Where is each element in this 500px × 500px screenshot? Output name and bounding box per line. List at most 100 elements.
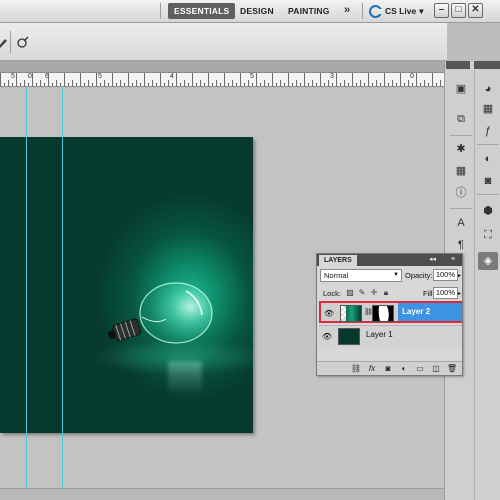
ruler-tick [404, 83, 405, 86]
cs-live-icon [369, 4, 383, 18]
ruler-tick [140, 83, 141, 86]
character-icon[interactable]: A [451, 214, 471, 232]
new-layer-icon[interactable]: ◫ [430, 363, 442, 375]
document-canvas[interactable] [0, 137, 253, 433]
fill-input[interactable]: 100% [433, 287, 458, 299]
lock-image-icon[interactable]: ✎ [357, 288, 367, 298]
paragraph-icon[interactable]: ¶ [451, 236, 471, 254]
minimize-button[interactable]: – [434, 3, 449, 18]
blend-row: Normal ▼ Opacity: 100% ▸ [320, 269, 461, 282]
layer-name[interactable]: Layer 2 [398, 303, 462, 321]
swatches-icon[interactable]: ▦ [478, 100, 498, 118]
color-icon[interactable]: ◕ [478, 80, 498, 98]
workspace-essentials-button[interactable]: ESSENTIALS [168, 3, 236, 19]
guide-line[interactable] [62, 88, 63, 488]
layer-row-layer-2[interactable]: 👁︎ ⛓︎ Layer 2 [319, 301, 462, 323]
adjustments-icon[interactable]: ◐ [478, 150, 498, 168]
lock-row: Lock: ▨ ✎ ✛ 🔒︎ Fill: 100% ▸ [320, 287, 461, 300]
histogram-icon[interactable]: ▦ [451, 162, 471, 180]
mini-bridge-icon[interactable]: ▣ [451, 80, 471, 98]
ruler-label: 4 [170, 73, 174, 80]
dock-header[interactable] [446, 61, 470, 69]
info-icon[interactable]: ⓘ [451, 184, 471, 202]
ruler-tick [236, 83, 237, 86]
ruler-tick [440, 80, 441, 86]
separator [477, 144, 499, 145]
ruler-tick [164, 83, 165, 86]
ruler-tick [84, 83, 85, 86]
separator [10, 31, 11, 53]
layer-mask-thumbnail[interactable] [372, 305, 394, 322]
link-layers-icon[interactable]: ⛓︎ [350, 363, 362, 375]
ruler-tick [56, 80, 57, 86]
ruler-tick [312, 80, 313, 86]
layer-thumbnail[interactable] [338, 328, 360, 345]
lock-transparent-icon[interactable]: ▨ [345, 288, 355, 298]
link-icon[interactable]: ⛓︎ [364, 307, 373, 319]
guide-line[interactable] [26, 88, 27, 488]
ruler-tick [388, 83, 389, 86]
lock-label: Lock: [323, 289, 341, 298]
ruler-tick [220, 83, 221, 86]
airbrush-icon[interactable] [16, 35, 30, 49]
ruler-tick [180, 83, 181, 86]
opacity-slider-icon[interactable]: ▸ [458, 272, 461, 279]
maximize-button[interactable]: □ [451, 3, 466, 18]
ruler-tick [72, 80, 73, 86]
close-button[interactable]: ✕ [468, 3, 483, 18]
ruler-tick [432, 73, 433, 86]
history-icon[interactable]: ⧉ [451, 110, 471, 128]
eye-icon[interactable]: 👁︎ [321, 331, 333, 342]
ruler-tick [424, 80, 425, 86]
fill-slider-icon[interactable]: ▸ [458, 290, 461, 297]
folder-icon[interactable]: ▭ [414, 363, 426, 375]
ruler-tick [108, 83, 109, 86]
layers-tab[interactable]: LAYERS [319, 255, 357, 266]
layer-name[interactable]: Layer 1 [366, 326, 393, 344]
ruler-tick [184, 80, 185, 86]
ruler-tick [168, 80, 169, 86]
layers-icon[interactable]: ◈ [478, 252, 498, 270]
ruler-tick [188, 83, 189, 86]
workspace-painting-button[interactable]: PAINTING [284, 3, 334, 19]
brush-tool-icon[interactable] [0, 35, 10, 49]
more-workspaces-button[interactable]: » [340, 3, 354, 19]
ruler-tick [152, 80, 153, 86]
ruler-tick [328, 80, 329, 86]
separator [160, 3, 161, 19]
adjustment-icon[interactable]: ◐ [398, 363, 410, 375]
dock-header[interactable] [474, 61, 500, 69]
horizontal-ruler[interactable]: 5 0 6 5 4 5 3 0 [0, 73, 444, 87]
panel-menu-icon[interactable]: ≡ [451, 254, 455, 266]
lock-all-icon[interactable]: 🔒︎ [381, 288, 391, 298]
ruler-tick [296, 80, 297, 86]
ruler-tick [264, 80, 265, 86]
ruler-tick [80, 73, 81, 86]
ruler-tick [200, 80, 201, 86]
styles-icon[interactable]: ƒ [478, 122, 498, 140]
3d-camera-icon[interactable]: ⛶ [478, 226, 498, 244]
layer-thumbnail[interactable] [340, 305, 362, 322]
eye-icon[interactable]: 👁︎ [323, 308, 335, 319]
3d-icon[interactable]: ⬢ [478, 202, 498, 220]
chevron-down-icon: ▾ [419, 5, 424, 16]
lock-position-icon[interactable]: ✛ [369, 288, 379, 298]
opacity-input[interactable]: 100% [433, 269, 458, 281]
workspace-design-button[interactable]: DESIGN [236, 3, 278, 19]
mask-icon[interactable]: ◙ [382, 363, 394, 375]
collapse-panel-button[interactable]: ◂◂ [429, 254, 436, 266]
fx-icon[interactable]: fx [366, 363, 378, 375]
ruler-tick [320, 73, 321, 86]
ruler-tick [276, 83, 277, 86]
ruler-tick [304, 73, 305, 86]
layer-row-layer-1[interactable]: 👁︎ Layer 1 [319, 325, 462, 347]
masks-icon[interactable]: ◙ [478, 172, 498, 190]
trash-icon[interactable]: 🗑︎ [446, 363, 458, 375]
ruler-tick [436, 83, 437, 86]
ruler-tick [224, 73, 225, 86]
ruler-tick [104, 80, 105, 86]
cs-live-menu[interactable]: CS Live ▾ [369, 3, 423, 19]
navigator-icon[interactable]: ✱ [451, 140, 471, 158]
blend-mode-dropdown[interactable]: Normal ▼ [320, 269, 402, 282]
ruler-label: 0 [410, 73, 414, 80]
